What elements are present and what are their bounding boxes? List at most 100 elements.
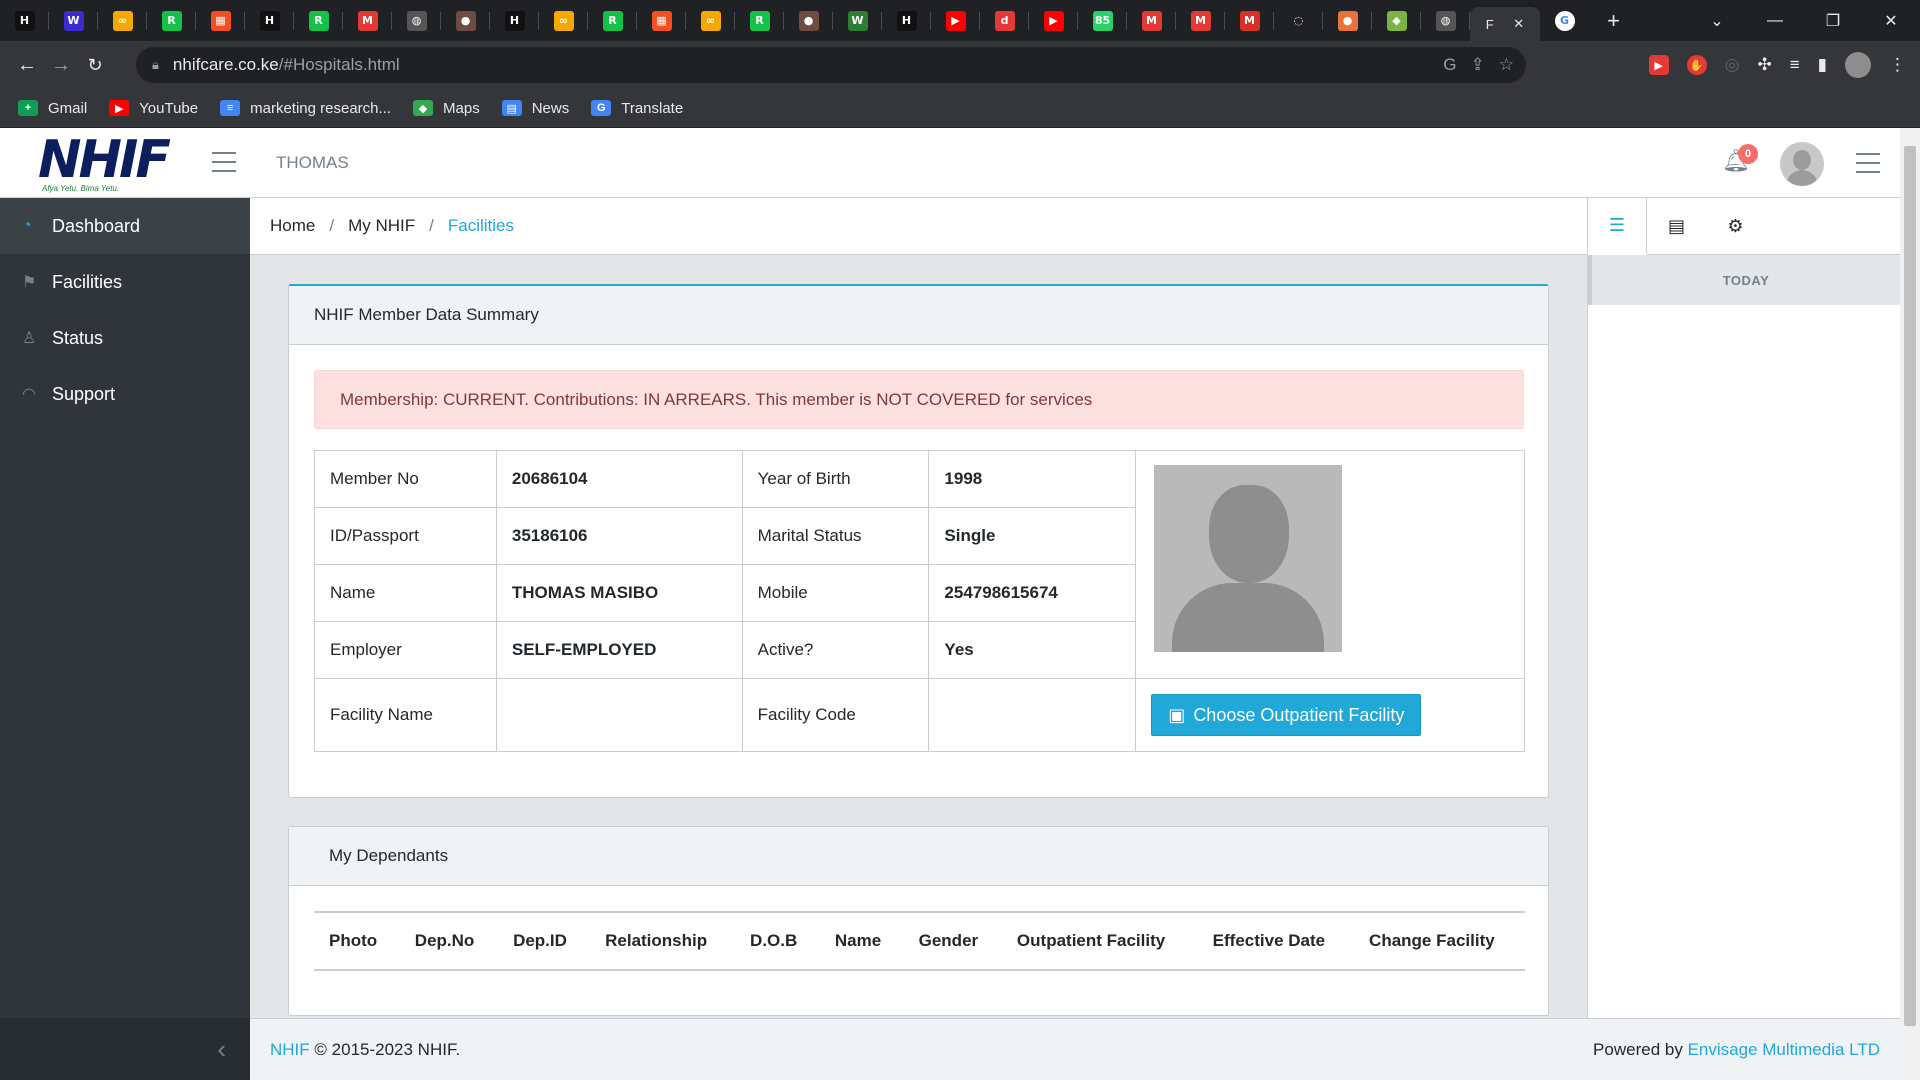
- browser-tab[interactable]: ◌: [1274, 0, 1323, 41]
- breadcrumb-my-nhif[interactable]: My NHIF: [348, 216, 415, 236]
- close-window-icon[interactable]: ✕: [1862, 11, 1920, 31]
- browser-tab[interactable]: M: [1176, 0, 1225, 41]
- browser-tab[interactable]: ∞: [539, 0, 588, 41]
- aside-toggle-menu-icon[interactable]: [1856, 153, 1880, 173]
- browser-tab[interactable]: ◆: [1372, 0, 1421, 41]
- browser-tab[interactable]: d: [980, 0, 1029, 41]
- close-tab-icon[interactable]: ✕: [1513, 16, 1524, 32]
- browser-tab[interactable]: ∞: [98, 0, 147, 41]
- vendor-link[interactable]: Envisage Multimedia LTD: [1688, 1040, 1880, 1059]
- column-header[interactable]: Outpatient Facility: [1001, 911, 1198, 971]
- restore-icon[interactable]: ❐: [1804, 11, 1862, 31]
- browser-tab[interactable]: R: [735, 0, 784, 41]
- browser-tab[interactable]: R: [147, 0, 196, 41]
- browser-tab[interactable]: H: [0, 0, 49, 41]
- browser-tab[interactable]: H: [490, 0, 539, 41]
- browser-tab[interactable]: M: [1127, 0, 1176, 41]
- lock-icon[interactable]: 🔒︎: [152, 57, 159, 73]
- column-header[interactable]: Name: [819, 911, 904, 971]
- column-header[interactable]: D.O.B: [735, 911, 820, 971]
- browser-tab[interactable]: ▦: [637, 0, 686, 41]
- side-panel-icon[interactable]: ▮: [1818, 55, 1827, 75]
- column-header[interactable]: Dep.No: [399, 911, 499, 971]
- choose-outpatient-facility-button[interactable]: ▣ Choose Outpatient Facility: [1151, 694, 1422, 736]
- profile-avatar[interactable]: [1845, 52, 1871, 78]
- column-header[interactable]: Effective Date: [1197, 911, 1355, 971]
- back-arrow-icon[interactable]: ←: [10, 54, 44, 77]
- tab-timeline[interactable]: ☰: [1588, 198, 1647, 255]
- share-icon[interactable]: ⇪: [1471, 55, 1485, 75]
- media-control-icon[interactable]: ≡: [1790, 55, 1800, 75]
- card-title: NHIF Member Data Summary: [289, 286, 1548, 345]
- sidebar-minimizer[interactable]: ‹: [0, 1018, 250, 1080]
- browser-tab[interactable]: 85: [1078, 0, 1127, 41]
- column-header[interactable]: Change Facility: [1354, 911, 1525, 971]
- extension-icon[interactable]: ◎: [1725, 55, 1740, 75]
- column-header[interactable]: Relationship: [590, 911, 736, 971]
- new-tab-button[interactable]: +: [1589, 0, 1638, 41]
- chevron-left-icon[interactable]: ‹: [217, 1034, 226, 1065]
- sidebar-toggle-menu-icon[interactable]: [212, 152, 236, 172]
- more-options-icon[interactable]: ⋮: [1889, 55, 1906, 75]
- nhif-icon: H: [14, 10, 35, 31]
- scrollbar-thumb[interactable]: [1904, 146, 1916, 1026]
- browser-tab[interactable]: ◍: [392, 0, 441, 41]
- browser-tab[interactable]: H: [882, 0, 931, 41]
- sidebar-item-status[interactable]: ♙ Status: [0, 310, 250, 366]
- browser-tab[interactable]: W: [49, 0, 98, 41]
- browser-toolbar: ← → ↻ 🔒︎ nhifcare.co.ke/#Hospitals.html …: [0, 41, 1920, 89]
- bookmark-marketing[interactable]: ≡ marketing research...: [220, 100, 391, 117]
- bookmark-gmail[interactable]: + Gmail: [18, 100, 87, 117]
- breadcrumb-home[interactable]: Home: [270, 216, 315, 236]
- speedometer-icon: ◔: [22, 217, 32, 234]
- browser-tab[interactable]: M: [1225, 0, 1274, 41]
- browser-tab[interactable]: R: [588, 0, 637, 41]
- browser-tab[interactable]: W: [833, 0, 882, 41]
- bookmark-star-icon[interactable]: ☆: [1499, 55, 1514, 75]
- page-scrollbar[interactable]: [1900, 128, 1920, 1080]
- browser-tab[interactable]: ●: [441, 0, 490, 41]
- infinity-icon: ∞: [112, 10, 133, 31]
- column-header[interactable]: Photo: [314, 911, 400, 971]
- browser-tab[interactable]: G: [1540, 0, 1589, 41]
- browser-tab[interactable]: ●: [1323, 0, 1372, 41]
- puzzle-icon[interactable]: ✣: [1757, 55, 1771, 75]
- extension-icon[interactable]: ✋: [1686, 55, 1707, 75]
- column-header[interactable]: Dep.ID: [498, 911, 591, 971]
- tab-settings[interactable]: ⚙: [1706, 198, 1765, 255]
- browser-tab[interactable]: H: [245, 0, 294, 41]
- browser-tab[interactable]: ∞: [686, 0, 735, 41]
- sidebar-item-support[interactable]: ◠ Support: [0, 366, 250, 422]
- url-bar[interactable]: 🔒︎ nhifcare.co.ke/#Hospitals.html G ⇪ ☆: [136, 47, 1526, 83]
- nhif-logo[interactable]: NHIF Afya Yetu. Bima Yetu.: [38, 134, 171, 194]
- sidebar-item-dashboard[interactable]: ◔ Dashboard: [0, 198, 250, 254]
- user-avatar[interactable]: [1780, 142, 1824, 186]
- sign-icon: ⚑: [22, 274, 37, 291]
- bookmark-youtube[interactable]: ▶ YouTube: [109, 100, 198, 117]
- browser-tab[interactable]: ●: [784, 0, 833, 41]
- reload-icon[interactable]: ↻: [78, 55, 112, 76]
- browser-tab[interactable]: ◍: [1421, 0, 1470, 41]
- powered-by-text: Powered by: [1593, 1039, 1683, 1059]
- browser-tab[interactable]: ▶: [1029, 0, 1078, 41]
- column-header[interactable]: Gender: [903, 911, 1002, 971]
- tab-messages[interactable]: ▤: [1647, 198, 1706, 255]
- browser-tab[interactable]: M: [343, 0, 392, 41]
- user-name: THOMAS: [276, 153, 349, 172]
- logo-wordmark: NHIF: [38, 130, 171, 190]
- sidebar-item-facilities[interactable]: ⚑ Facilities: [0, 254, 250, 310]
- field-value: [928, 678, 1137, 752]
- browser-tab[interactable]: ▶: [931, 0, 980, 41]
- browser-tab[interactable]: R: [294, 0, 343, 41]
- forward-arrow-icon[interactable]: →: [44, 54, 78, 77]
- bookmark-maps[interactable]: ◆ Maps: [413, 100, 480, 117]
- footer-nhif-link[interactable]: NHIF: [270, 1040, 310, 1059]
- tab-search-chevron-icon[interactable]: ⌄: [1688, 11, 1746, 31]
- browser-tab[interactable]: ▦: [196, 0, 245, 41]
- minimize-icon[interactable]: —: [1746, 12, 1804, 30]
- active-browser-tab[interactable]: F ✕: [1470, 7, 1540, 41]
- google-lens-icon[interactable]: G: [1443, 55, 1456, 75]
- bookmark-news[interactable]: ▤ News: [501, 100, 569, 117]
- extension-icon[interactable]: ▶: [1648, 55, 1669, 75]
- bookmark-translate[interactable]: G Translate: [591, 100, 683, 117]
